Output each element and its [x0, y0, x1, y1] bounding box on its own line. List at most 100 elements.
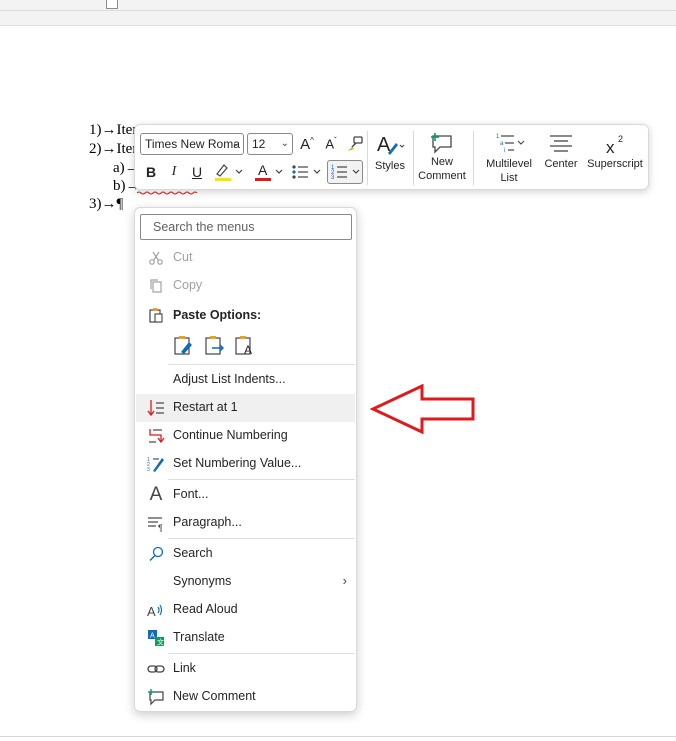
- menu-separator: [168, 538, 355, 539]
- svg-text:A: A: [150, 633, 155, 640]
- read-aloud-icon: A: [146, 600, 166, 620]
- menu-separator: [168, 653, 355, 654]
- list-item-1: 1)→Iter: [89, 122, 138, 138]
- menu-separator: [168, 364, 355, 365]
- menu-item-label: Restart at 1: [173, 400, 238, 414]
- new-comment-label-2: Comment: [418, 170, 466, 182]
- context-menu: Cut Copy Paste Options: A Adjust List In…: [134, 207, 357, 712]
- annotation-arrow: [370, 384, 475, 434]
- font-color-button[interactable]: A: [251, 161, 285, 183]
- toolbar-separator: [473, 131, 474, 185]
- font-size-select[interactable]: 12 ⌄: [247, 133, 293, 155]
- bullets-button[interactable]: [289, 161, 323, 183]
- font-name-select[interactable]: Times New Roma ⌄: [140, 133, 244, 155]
- grow-font-button[interactable]: A^: [297, 133, 317, 155]
- new-comment-button[interactable]: New Comment: [417, 131, 467, 183]
- font-icon: A: [149, 484, 163, 505]
- menu-item-label: Cut: [173, 250, 193, 264]
- menu-item-font[interactable]: A Font...: [136, 481, 355, 509]
- chevron-down-icon: ⌄: [280, 138, 289, 149]
- menu-item-read-aloud[interactable]: A Read Aloud: [136, 596, 355, 624]
- paste-keep-source-button[interactable]: [171, 332, 197, 358]
- menu-item-restart-at-1[interactable]: Restart at 1: [136, 394, 355, 422]
- shrink-font-icon: Aˇ: [325, 136, 337, 152]
- indent-marker[interactable]: [106, 0, 118, 9]
- ruler: [0, 0, 676, 26]
- menu-item-link[interactable]: Link: [136, 655, 355, 683]
- multilevel-list-icon: 1 a i: [496, 134, 525, 154]
- restart-numbering-icon: [146, 398, 166, 418]
- multilevel-label-2: List: [500, 172, 518, 184]
- font-size-value: 12: [252, 137, 266, 151]
- new-comment-icon: [431, 133, 452, 154]
- svg-text:1: 1: [496, 134, 500, 140]
- svg-text:a: a: [500, 141, 504, 147]
- menu-item-adjust-list-indents[interactable]: Adjust List Indents...: [136, 366, 355, 394]
- multilevel-list-button[interactable]: 1 a i Multilevel List: [480, 131, 538, 185]
- chevron-down-icon: ⌄: [231, 138, 240, 149]
- highlighter-icon: [215, 164, 243, 181]
- menu-item-set-numbering-value[interactable]: 123 Set Numbering Value...: [136, 450, 355, 478]
- menu-item-label: Paragraph...: [173, 515, 242, 529]
- svg-text:A: A: [147, 604, 156, 619]
- paste-text-only-button[interactable]: A: [232, 332, 258, 358]
- menu-item-label: Continue Numbering: [173, 428, 288, 442]
- menu-item-label: Font...: [173, 487, 209, 501]
- center-label: Center: [544, 158, 578, 170]
- highlight-button[interactable]: [211, 161, 245, 183]
- menu-item-label: Translate: [173, 630, 225, 644]
- menu-item-cut[interactable]: Cut: [136, 244, 355, 272]
- center-button[interactable]: Center: [540, 131, 582, 171]
- italic-label: I: [171, 164, 177, 179]
- menu-item-label: Synonyms: [173, 574, 232, 588]
- menu-search-input[interactable]: [140, 214, 352, 240]
- multilevel-label-1: Multilevel: [486, 158, 532, 170]
- menu-item-label: New Comment: [173, 689, 256, 703]
- menu-item-continue-numbering[interactable]: Continue Numbering: [136, 422, 355, 450]
- clipboard-icon: [146, 305, 166, 325]
- menu-item-label: Search: [173, 546, 213, 560]
- new-comment-icon: [146, 687, 166, 707]
- bold-button[interactable]: B: [141, 161, 161, 183]
- menu-item-translate[interactable]: A文 Translate: [136, 624, 355, 652]
- copy-icon: [146, 276, 166, 296]
- link-icon: [146, 659, 166, 679]
- format-painter-icon: [348, 136, 363, 151]
- paste-merge-button[interactable]: [202, 332, 228, 358]
- menu-item-paragraph[interactable]: ¶ Paragraph...: [136, 509, 355, 537]
- shrink-font-button[interactable]: Aˇ: [321, 133, 341, 155]
- menu-separator: [168, 479, 355, 480]
- svg-text:A: A: [258, 162, 268, 178]
- menu-item-synonyms[interactable]: Synonyms ›: [136, 568, 355, 596]
- page-bottom-border: [0, 736, 676, 737]
- font-name-value: Times New Roma: [145, 137, 240, 151]
- menu-item-label: Set Numbering Value...: [173, 456, 302, 470]
- svg-text:2: 2: [618, 134, 623, 144]
- menu-item-copy[interactable]: Copy: [136, 272, 355, 300]
- svg-text:x: x: [606, 138, 615, 157]
- menu-item-search[interactable]: Search: [136, 540, 355, 568]
- align-center-icon: [550, 135, 572, 152]
- svg-text:A: A: [244, 343, 252, 356]
- svg-text:3: 3: [147, 467, 150, 473]
- styles-button[interactable]: A Styles: [371, 131, 409, 173]
- search-icon: [146, 544, 166, 564]
- list-item-3: 3)→¶: [89, 196, 124, 212]
- numbering-button[interactable]: 1 2 3: [327, 160, 363, 184]
- mini-toolbar: Times New Roma ⌄ 12 ⌄ A^ Aˇ B I U A 1 2 …: [134, 124, 649, 190]
- italic-button[interactable]: I: [164, 161, 184, 183]
- new-comment-label-1: New: [430, 156, 453, 168]
- svg-text:¶: ¶: [158, 523, 163, 532]
- styles-label: Styles: [375, 160, 405, 172]
- superscript-label: Superscript: [587, 158, 643, 170]
- underline-button[interactable]: U: [187, 161, 207, 183]
- svg-text:3: 3: [331, 175, 335, 181]
- menu-item-new-comment[interactable]: New Comment: [136, 683, 355, 711]
- paste-merge-icon: [205, 336, 224, 355]
- grow-font-icon: A^: [300, 135, 314, 153]
- superscript-button[interactable]: x 2 Superscript: [583, 131, 647, 171]
- chevron-right-icon: ›: [342, 573, 347, 588]
- ruler-line: [0, 10, 676, 11]
- spelling-squiggle: [137, 191, 198, 195]
- format-painter-button[interactable]: [344, 133, 366, 155]
